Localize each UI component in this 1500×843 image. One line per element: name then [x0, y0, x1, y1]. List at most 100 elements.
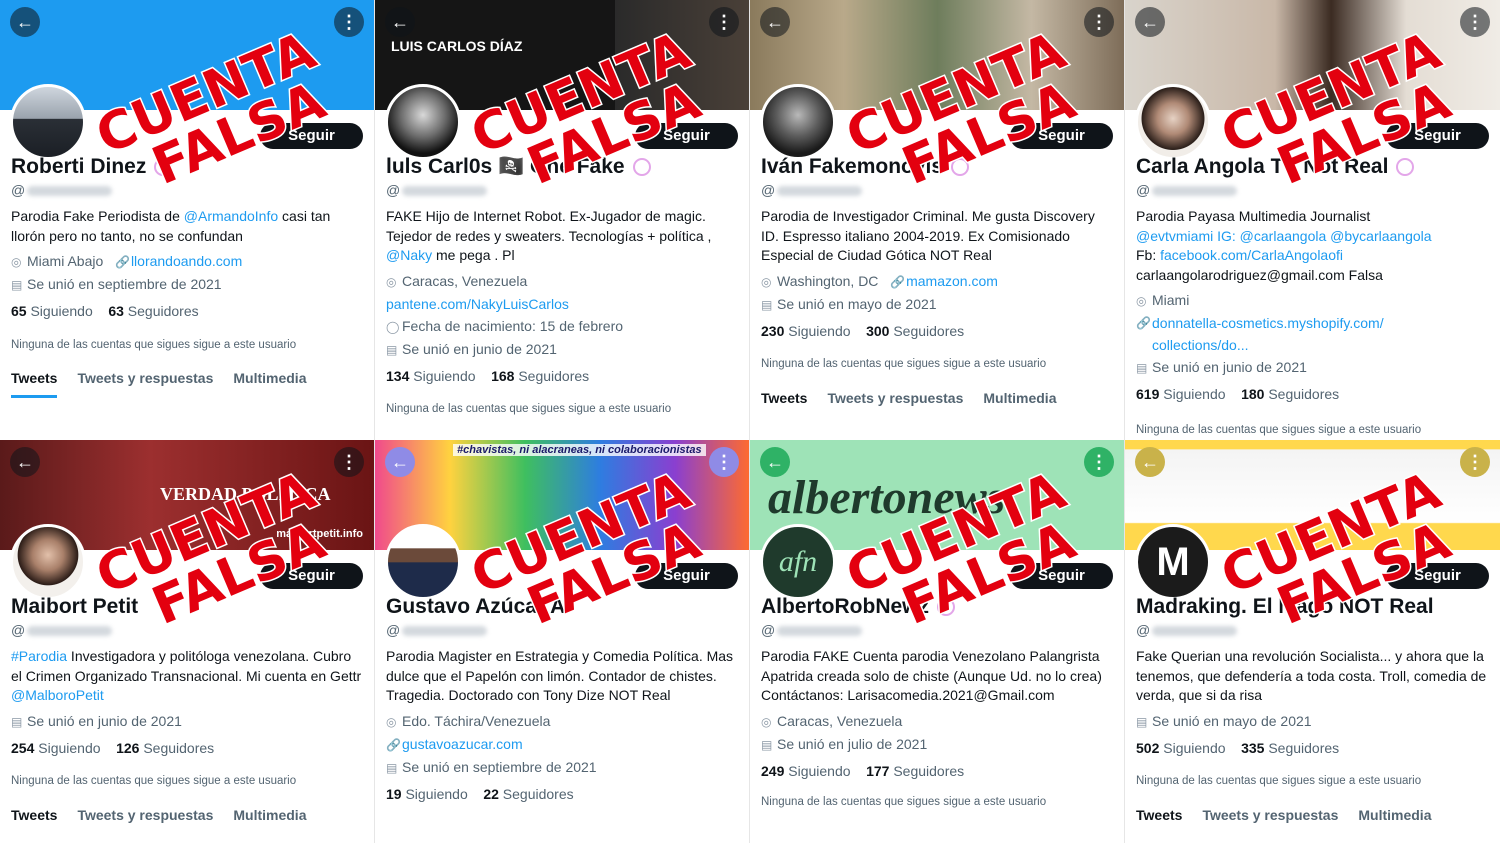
followers-label[interactable]: Seguidores [1268, 386, 1339, 402]
more-options-icon[interactable]: ⋮ [1460, 447, 1490, 477]
tab-tweets-replies[interactable]: Tweets y respuestas [77, 807, 213, 823]
following-label[interactable]: Siguiendo [1163, 386, 1225, 402]
followers-label[interactable]: Seguidores [518, 368, 589, 384]
website-link[interactable]: donnatella-cosmetics.myshopify.com/ coll… [1152, 312, 1442, 356]
following-label[interactable]: Siguiendo [413, 368, 475, 384]
tab-tweets[interactable]: Tweets [761, 390, 807, 406]
back-arrow-icon[interactable]: ← [760, 7, 790, 37]
follow-button[interactable]: Seguir [635, 563, 738, 589]
profile-handle: @ [11, 182, 113, 198]
following-count[interactable]: 502 [1136, 740, 1159, 756]
more-options-icon[interactable]: ⋮ [709, 7, 739, 37]
more-options-icon[interactable]: ⋮ [709, 447, 739, 477]
more-options-icon[interactable]: ⋮ [1460, 7, 1490, 37]
tab-tweets[interactable]: Tweets [11, 369, 58, 398]
website-link[interactable]: llorandoando.com [131, 253, 242, 269]
tab-tweets[interactable]: Tweets [1136, 807, 1182, 823]
follow-button[interactable]: Seguir [1010, 123, 1113, 149]
following-count[interactable]: 619 [1136, 386, 1159, 402]
followers-label[interactable]: Seguidores [893, 323, 964, 339]
bio-mention-link[interactable]: @ArmandoInfo [184, 208, 278, 224]
handle-prefix: @ [11, 182, 26, 198]
followers-count[interactable]: 168 [491, 368, 514, 384]
more-options-icon[interactable]: ⋮ [334, 447, 364, 477]
website-link[interactable]: gustavoazucar.com [402, 736, 523, 752]
banner-title: LUIS CARLOS DÍAZ [391, 38, 523, 54]
follow-button[interactable]: Seguir [1386, 563, 1489, 589]
avatar[interactable] [10, 84, 86, 160]
tab-multimedia[interactable]: Multimedia [233, 370, 306, 386]
follow-stats: 230 Siguiendo 300 Seguidores [761, 322, 1113, 342]
avatar[interactable] [1135, 84, 1211, 160]
more-options-icon[interactable]: ⋮ [1084, 7, 1114, 37]
followers-count[interactable]: 126 [116, 740, 139, 756]
tab-multimedia[interactable]: Multimedia [1358, 807, 1431, 823]
following-label[interactable]: Siguiendo [788, 763, 850, 779]
more-options-icon[interactable]: ⋮ [334, 7, 364, 37]
following-count[interactable]: 230 [761, 323, 784, 339]
following-label[interactable]: Siguiendo [38, 740, 100, 756]
back-arrow-icon[interactable]: ← [385, 447, 415, 477]
avatar[interactable] [760, 84, 836, 160]
avatar[interactable]: afn [760, 524, 836, 600]
follow-button[interactable]: Seguir [635, 123, 738, 149]
follow-button[interactable]: Seguir [260, 563, 363, 589]
tab-multimedia[interactable]: Multimedia [233, 807, 306, 823]
tab-multimedia[interactable]: Multimedia [983, 390, 1056, 406]
back-arrow-icon[interactable]: ← [1135, 447, 1165, 477]
followers-label[interactable]: Seguidores [503, 786, 574, 802]
profile-meta: ◎ Edo. Táchira/Venezuela 🔗gustavoazucar.c… [386, 710, 738, 779]
followers-count[interactable]: 180 [1241, 386, 1264, 402]
bio-facebook-link[interactable]: facebook.com/CarlaAngolaofi [1160, 247, 1343, 263]
profile-tabs: Tweets Tweets y respuestas Multimedia [761, 389, 1113, 409]
following-label[interactable]: Siguiendo [1163, 740, 1225, 756]
followers-label[interactable]: Seguidores [1268, 740, 1339, 756]
following-count[interactable]: 65 [11, 303, 27, 319]
avatar[interactable] [385, 524, 461, 600]
followers-count[interactable]: 177 [866, 763, 889, 779]
following-count[interactable]: 249 [761, 763, 784, 779]
profile-meta: ◎ Washington, DC 🔗mamazon.com ▤ Se unió en… [761, 270, 1113, 316]
followers-count[interactable]: 63 [108, 303, 124, 319]
back-arrow-icon[interactable]: ← [10, 7, 40, 37]
tab-tweets-replies[interactable]: Tweets y respuestas [827, 390, 963, 406]
back-arrow-icon[interactable]: ← [760, 447, 790, 477]
back-arrow-icon[interactable]: ← [1135, 7, 1165, 37]
profile-name-text: Iván Fakemonovis [761, 155, 944, 178]
followers-label[interactable]: Seguidores [128, 303, 199, 319]
following-label[interactable]: Siguiendo [30, 303, 92, 319]
following-label[interactable]: Siguiendo [788, 323, 850, 339]
avatar[interactable] [10, 524, 86, 600]
bio-hashtag-link[interactable]: #Parodia [11, 648, 67, 664]
website-link[interactable]: pantene.com/NakyLuisCarlos [386, 296, 569, 312]
follow-button[interactable]: Seguir [1010, 563, 1113, 589]
followers-label[interactable]: Seguidores [143, 740, 214, 756]
follow-button[interactable]: Seguir [260, 123, 363, 149]
following-count[interactable]: 134 [386, 368, 409, 384]
avatar[interactable] [385, 84, 461, 160]
following-count[interactable]: 19 [386, 786, 402, 802]
bio-mentions[interactable]: @evtvmiami IG: @carlaangola @bycarlaango… [1136, 228, 1432, 244]
joined-date: Se unió en junio de 2021 [27, 712, 182, 729]
tab-tweets-replies[interactable]: Tweets y respuestas [1202, 807, 1338, 823]
followers-count[interactable]: 335 [1241, 740, 1264, 756]
follow-button[interactable]: Seguir [1386, 123, 1489, 149]
back-arrow-icon[interactable]: ← [10, 447, 40, 477]
bio-mention-link[interactable]: @Naky [386, 247, 432, 263]
more-options-icon[interactable]: ⋮ [1084, 447, 1114, 477]
not-followed-note: Ninguna de las cuentas que sigues sigue … [761, 358, 1047, 370]
avatar[interactable]: M [1135, 524, 1211, 600]
back-arrow-icon[interactable]: ← [385, 7, 415, 37]
tab-tweets-replies[interactable]: Tweets y respuestas [77, 370, 213, 386]
profile-name-text: Madraking. El Mago NOT Real [1136, 595, 1434, 618]
following-count[interactable]: 254 [11, 740, 34, 756]
followers-label[interactable]: Seguidores [893, 763, 964, 779]
followers-count[interactable]: 300 [866, 323, 889, 339]
tab-tweets[interactable]: Tweets [11, 807, 57, 823]
bio-mention-link[interactable]: @MalboroPetit [11, 687, 104, 703]
website-link[interactable]: mamazon.com [906, 273, 998, 289]
profile-name: Carla Angola TV Not Real [1136, 155, 1415, 179]
following-label[interactable]: Siguiendo [405, 786, 467, 802]
follow-stats: 65 Siguiendo 63 Seguidores [11, 302, 363, 322]
followers-count[interactable]: 22 [483, 786, 499, 802]
